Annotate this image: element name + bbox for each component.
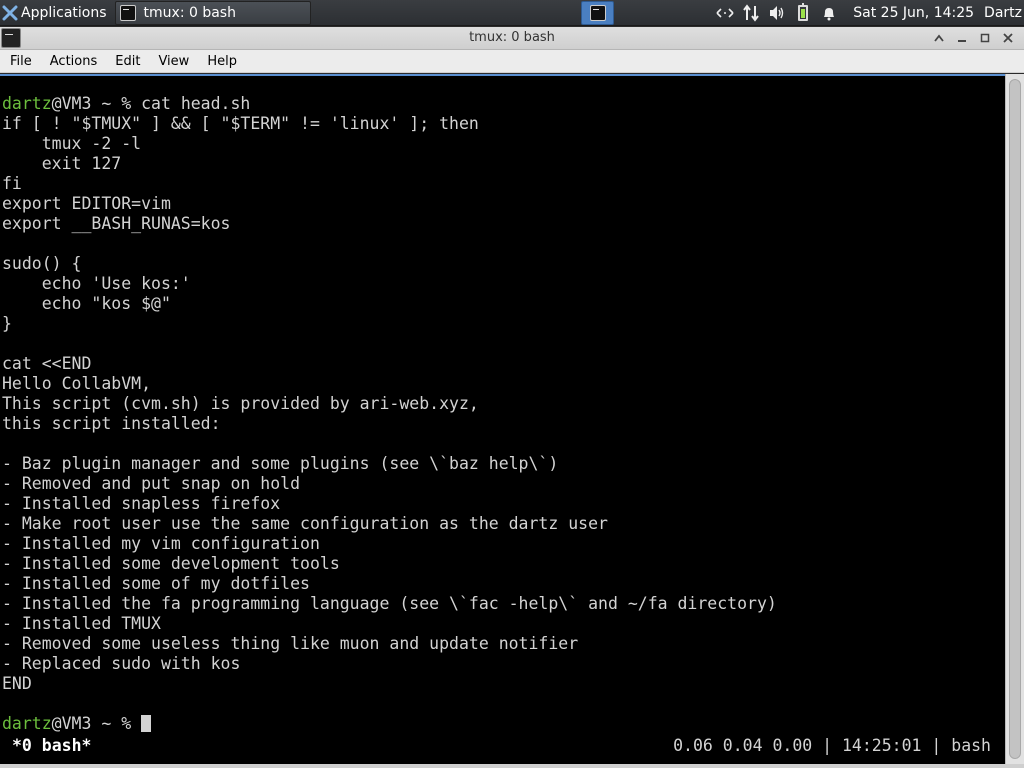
- output-line: - Baz plugin manager and some plugins (s…: [2, 454, 559, 473]
- menu-actions[interactable]: Actions: [40, 54, 106, 69]
- prompt-host: @VM3 ~ %: [51, 714, 142, 733]
- taskbar-item-terminal[interactable]: tmux: 0 bash: [114, 0, 311, 25]
- applications-menu-button[interactable]: Applications: [0, 0, 111, 26]
- minimize-icon[interactable]: [952, 29, 972, 47]
- prompt-host: @VM3 ~ %: [51, 94, 142, 113]
- applications-label: Applications: [21, 4, 107, 21]
- command-line: dartz@VM3 ~ % cat head.sh: [2, 94, 777, 114]
- transfer-icon[interactable]: [741, 3, 761, 23]
- clock[interactable]: Sat 25 Jun, 14:25: [853, 5, 974, 21]
- close-icon[interactable]: [998, 29, 1018, 47]
- output-line: - Removed some useless thing like muon a…: [2, 634, 579, 653]
- tmux-window-list[interactable]: *0 bash*: [12, 736, 91, 756]
- output-line: exit 127: [2, 154, 122, 173]
- output-line: echo 'Use kos:': [2, 274, 191, 293]
- output-line: - Removed and put snap on hold: [2, 474, 301, 493]
- text-cursor: [141, 715, 152, 732]
- output-line: - Installed snapless firefox: [2, 494, 281, 513]
- menu-help[interactable]: Help: [197, 54, 245, 69]
- output-line: this script installed:: [2, 414, 221, 433]
- output-line: - Make root user use the same configurat…: [2, 514, 608, 533]
- output-line: - Installed my vim configuration: [2, 534, 320, 553]
- output-line: - Installed TMUX: [2, 614, 161, 633]
- window-controls: [926, 29, 1018, 47]
- output-line: - Installed some of my dotfiles: [2, 574, 310, 593]
- prompt-user: dartz: [2, 94, 52, 113]
- output-line: - Replaced sudo with kos: [2, 654, 241, 673]
- output-lines: if [ ! "$TMUX" ] && [ "$TERM" != 'linux'…: [2, 114, 777, 714]
- output-line: fi: [2, 174, 22, 193]
- network-arrows-icon[interactable]: [715, 3, 735, 23]
- output-line: echo "kos $@": [2, 294, 171, 313]
- battery-icon[interactable]: [793, 3, 813, 23]
- window-title: tmux: 0 bash: [469, 30, 555, 45]
- menu-edit[interactable]: Edit: [105, 54, 148, 69]
- window-bottom-border: [0, 764, 1024, 768]
- output-line: - Installed the fa programming language …: [2, 594, 777, 613]
- current-prompt-line: dartz@VM3 ~ %: [2, 714, 777, 734]
- output-line: if [ ! "$TMUX" ] && [ "$TERM" != 'linux'…: [2, 114, 479, 133]
- menu-view[interactable]: View: [148, 54, 197, 69]
- tmux-status-right: 0.06 0.04 0.00 | 14:25:01 | bash: [673, 736, 991, 755]
- output-line: cat <<END: [2, 354, 92, 373]
- command-text: cat head.sh: [141, 94, 251, 113]
- terminal-output: dartz@VM3 ~ % cat head.sh if [ ! "$TMUX"…: [2, 94, 777, 734]
- output-line: export __BASH_RUNAS=kos: [2, 214, 231, 233]
- terminal-scrollbar[interactable]: [1005, 74, 1024, 764]
- system-tray: Sat 25 Jun, 14:25 Dartz: [715, 0, 1024, 26]
- notification-bell-icon[interactable]: [819, 3, 839, 23]
- output-line: export EDITOR=vim: [2, 194, 171, 213]
- terminal-area[interactable]: dartz@VM3 ~ % cat head.sh if [ ! "$TMUX"…: [0, 74, 1005, 764]
- top-panel: Applications tmux: 0 bash Sat 25 Jun, 14…: [0, 0, 1024, 26]
- output-line: - Installed some development tools: [2, 554, 340, 573]
- scrollbar-thumb[interactable]: [1009, 79, 1021, 759]
- roll-up-icon[interactable]: [929, 29, 949, 47]
- window-titlebar[interactable]: tmux: 0 bash: [0, 27, 1024, 50]
- output-line: Hello CollabVM,: [2, 374, 152, 393]
- xfce-mouse-icon: [2, 5, 18, 20]
- menu-file[interactable]: File: [0, 54, 40, 69]
- prompt-user: dartz: [2, 714, 52, 733]
- terminal-icon: [589, 5, 606, 21]
- output-line: sudo() {: [2, 254, 82, 273]
- output-line: END: [2, 674, 32, 693]
- output-line: }: [2, 314, 12, 333]
- taskbar-item-label: tmux: 0 bash: [143, 4, 236, 21]
- workspace-switcher-button[interactable]: [581, 1, 614, 25]
- menu-bar: File Actions Edit View Help: [0, 50, 1024, 73]
- user-menu[interactable]: Dartz: [984, 5, 1022, 21]
- tmux-status-bar: *0 bash* 0.06 0.04 0.00 | 14:25:01 | bas…: [0, 736, 1005, 756]
- volume-icon[interactable]: [767, 3, 787, 23]
- terminal-icon: [119, 4, 136, 21]
- output-line: This script (cvm.sh) is provided by ari-…: [2, 394, 479, 413]
- maximize-icon[interactable]: [975, 29, 995, 47]
- output-line: tmux -2 -l: [2, 134, 142, 153]
